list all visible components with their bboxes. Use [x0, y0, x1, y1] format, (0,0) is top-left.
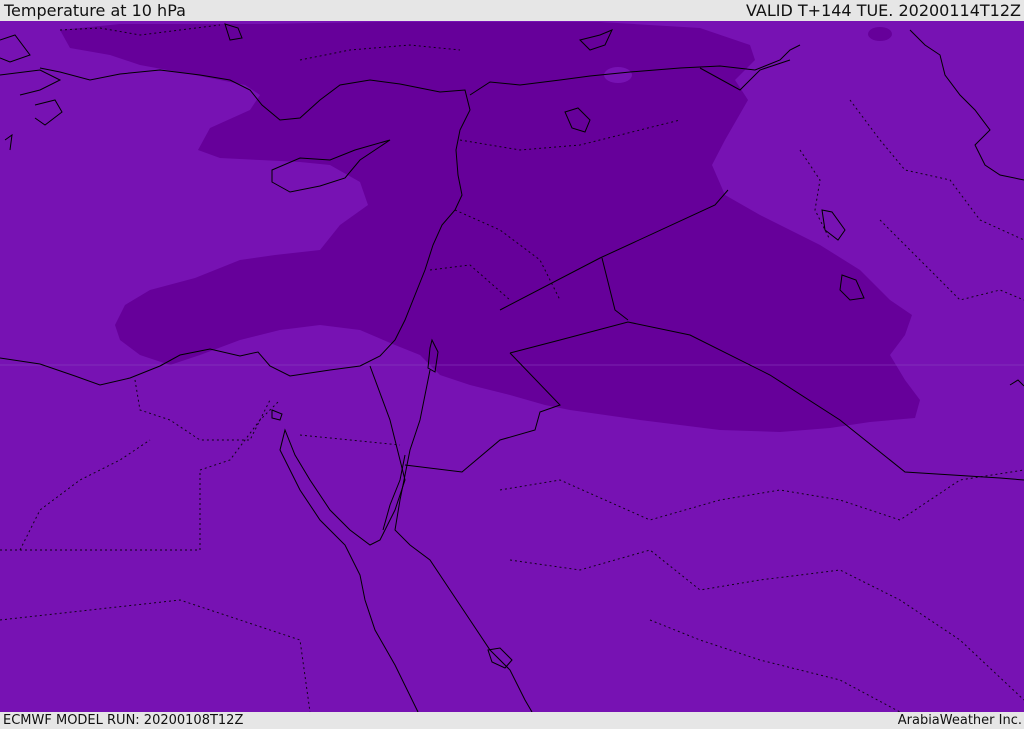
footer-bar: ECMWF MODEL RUN: 20200108T12Z ArabiaWeat…: [0, 712, 1024, 729]
model-run-label: ECMWF MODEL RUN: 20200108T12Z: [3, 713, 244, 728]
map-title: Temperature at 10 hPa: [4, 1, 186, 20]
credit-label: ArabiaWeather Inc.: [897, 713, 1022, 728]
map-canvas[interactable]: [0, 21, 1024, 712]
warm-patch: [868, 27, 892, 41]
temperature-map: [0, 21, 1024, 712]
valid-time-label: VALID T+144 TUE. 20200114T12Z: [745, 1, 1021, 20]
header-bar: Temperature at 10 hPa VALID T+144 TUE. 2…: [0, 0, 1024, 21]
warm-patch: [604, 67, 632, 83]
